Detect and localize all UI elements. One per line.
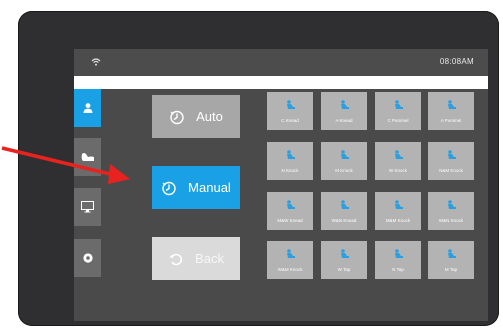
program-tile-label: M Tap bbox=[444, 267, 458, 272]
program-tile[interactable]: C Pummel bbox=[375, 92, 421, 130]
program-tile[interactable]: W Knock bbox=[375, 142, 421, 180]
program-tile[interactable]: A Pummel bbox=[428, 92, 474, 130]
manual-mode-icon bbox=[162, 181, 176, 195]
program-tile-label: C Pummel bbox=[387, 118, 409, 123]
massage-figure-icon bbox=[447, 100, 456, 109]
back-button[interactable]: Back bbox=[152, 237, 240, 280]
massage-figure-icon bbox=[340, 200, 349, 209]
massage-figure-icon bbox=[394, 200, 403, 209]
massage-figure-icon bbox=[286, 200, 295, 209]
device-bezel: 08:08AM Auto Manual Back C Knead A Knead… bbox=[18, 11, 499, 326]
massage-figure-icon bbox=[340, 100, 349, 109]
sidebar-item-settings[interactable] bbox=[74, 239, 101, 277]
massage-figure-icon bbox=[447, 150, 456, 159]
program-tile-label: W&M Knock bbox=[277, 267, 303, 272]
program-tile[interactable]: C Knead bbox=[267, 92, 313, 130]
massage-figure-icon bbox=[286, 150, 295, 159]
program-tile-label: M&M Knock bbox=[385, 218, 411, 223]
manual-label: Manual bbox=[188, 180, 231, 195]
user-icon bbox=[83, 103, 92, 113]
program-tile-label: C Knead bbox=[281, 118, 299, 123]
sidebar-item-user[interactable] bbox=[74, 89, 101, 127]
screen: 08:08AM Auto Manual Back C Knead A Knead… bbox=[74, 49, 488, 321]
sidebar-item-display[interactable] bbox=[74, 188, 101, 226]
program-tile-label: M Knock bbox=[335, 168, 353, 173]
massage-figure-icon bbox=[286, 249, 295, 258]
program-tile-label: N&M Knock bbox=[439, 168, 463, 173]
massage-figure-icon bbox=[340, 150, 349, 159]
program-tile-label: N Tap bbox=[392, 267, 404, 272]
program-grid: C Knead A Knead C Pummel A Pummel N Knock M K… bbox=[267, 89, 477, 289]
main-panel: Auto Manual Back C Knead A Knead C Pummel A… bbox=[74, 89, 488, 321]
program-tile[interactable]: N Knock bbox=[267, 142, 313, 180]
back-label: Back bbox=[195, 251, 224, 266]
program-tile[interactable]: M Tap bbox=[428, 241, 474, 279]
program-tile-label: W Knock bbox=[388, 168, 407, 173]
program-tile[interactable]: M Knock bbox=[321, 142, 367, 180]
program-tile[interactable]: W&N Knock bbox=[428, 192, 474, 230]
massage-figure-icon bbox=[340, 249, 349, 258]
program-tile[interactable]: W Tap bbox=[321, 241, 367, 279]
massage-figure-icon bbox=[447, 200, 456, 209]
wifi-icon bbox=[91, 58, 101, 66]
program-tile-label: W&N Knock bbox=[438, 218, 464, 223]
massage-figure-icon bbox=[447, 249, 456, 258]
program-tile-label: W Tap bbox=[337, 267, 351, 272]
program-tile[interactable]: W&M Knock bbox=[267, 241, 313, 279]
program-tile-label: M&W Knead bbox=[277, 218, 303, 223]
back-icon bbox=[169, 253, 183, 265]
program-tile[interactable]: A Knead bbox=[321, 92, 367, 130]
program-tile[interactable]: W&N Knead bbox=[321, 192, 367, 230]
program-tile[interactable]: N Tap bbox=[375, 241, 421, 279]
program-tile-label: A Pummel bbox=[440, 118, 462, 123]
sidebar-item-massage[interactable] bbox=[74, 138, 101, 176]
settings-icon bbox=[82, 253, 93, 263]
massage-chair-icon bbox=[81, 153, 94, 161]
manual-button[interactable]: Manual bbox=[152, 166, 240, 209]
monitor-icon bbox=[81, 201, 94, 213]
program-tile[interactable]: N&M Knock bbox=[428, 142, 474, 180]
program-tile[interactable]: M&M Knock bbox=[375, 192, 421, 230]
program-tile-label: A Knead bbox=[335, 118, 353, 123]
massage-figure-icon bbox=[394, 249, 403, 258]
status-bar: 08:08AM bbox=[74, 49, 488, 76]
auto-label: Auto bbox=[196, 109, 223, 124]
program-tile-label: N Knock bbox=[281, 168, 299, 173]
program-tile-label: W&N Knead bbox=[331, 218, 357, 223]
clock-time: 08:08AM bbox=[439, 57, 474, 66]
auto-mode-icon bbox=[170, 110, 184, 124]
massage-figure-icon bbox=[394, 150, 403, 159]
program-tile[interactable]: M&W Knead bbox=[267, 192, 313, 230]
massage-figure-icon bbox=[394, 100, 403, 109]
auto-button[interactable]: Auto bbox=[152, 95, 240, 138]
massage-figure-icon bbox=[286, 100, 295, 109]
